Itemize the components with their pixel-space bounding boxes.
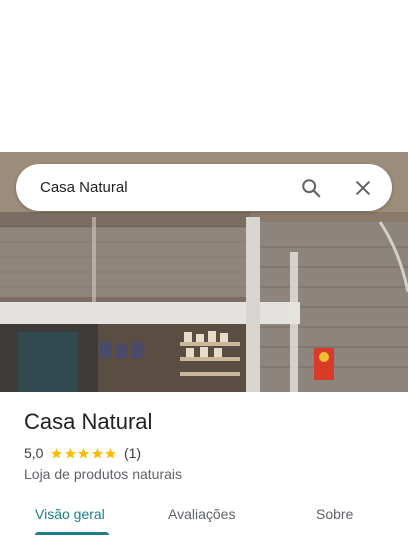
star-rating [50, 447, 118, 460]
place-tabs: Visão geral Avaliações Sobre [0, 496, 408, 544]
rating-value: 5,0 [24, 445, 44, 461]
rating-row[interactable]: 5,0 (1) [24, 445, 141, 461]
search-bar[interactable]: Casa Natural [16, 164, 392, 211]
place-title: Casa Natural [24, 409, 153, 434]
search-icon[interactable] [298, 175, 324, 201]
tab-about[interactable]: Sobre [316, 506, 353, 522]
star-icon [92, 447, 103, 458]
active-tab-indicator [35, 532, 109, 535]
tab-overview[interactable]: Visão geral [35, 506, 105, 522]
place-category: Loja de produtos naturais [24, 466, 182, 482]
tab-reviews[interactable]: Avaliações [168, 506, 235, 522]
star-icon [78, 447, 90, 458]
search-input[interactable]: Casa Natural [40, 179, 298, 196]
close-icon[interactable] [350, 175, 376, 201]
top-blank-area [0, 0, 408, 152]
star-icon [65, 447, 76, 458]
star-icon [51, 447, 63, 458]
star-icon [105, 447, 117, 458]
review-count[interactable]: (1) [124, 445, 141, 461]
